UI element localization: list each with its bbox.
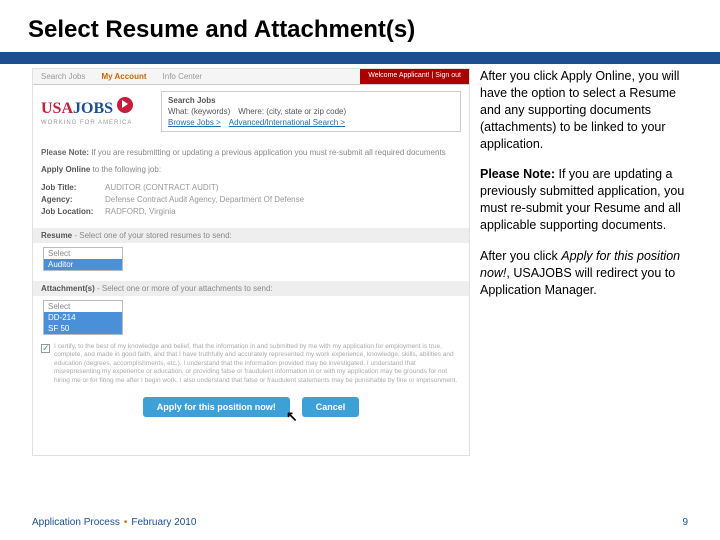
- instruction-p2: Please Note: If you are updating a previ…: [480, 166, 700, 234]
- divider-bar: [0, 52, 720, 64]
- certify-checkbox[interactable]: [41, 344, 50, 353]
- certification-text: I certify, to the best of my knowledge a…: [33, 339, 469, 389]
- instruction-sidebar: After you click Apply Online, you will h…: [480, 68, 700, 456]
- job-details: Job Title:AUDITOR (CONTRACT AUDIT) Agenc…: [33, 178, 469, 222]
- play-icon: [117, 97, 133, 113]
- tab-info-center[interactable]: Info Center: [155, 69, 211, 84]
- cancel-button[interactable]: Cancel: [302, 397, 360, 417]
- usajobs-screenshot: Search Jobs My Account Info Center Welco…: [32, 68, 470, 456]
- browse-jobs-link[interactable]: Browse Jobs >: [168, 118, 221, 127]
- page-number: 9: [682, 517, 688, 528]
- apply-position-button[interactable]: Apply for this position now!↖: [143, 397, 290, 417]
- attachments-section: Attachment(s) - Select one or more of yo…: [33, 281, 469, 296]
- instruction-p1: After you click Apply Online, you will h…: [480, 68, 700, 152]
- welcome-banner[interactable]: Welcome Applicant! | Sign out: [360, 69, 469, 84]
- slide-footer: Application Process•February 2010 9: [32, 517, 688, 528]
- nav-tabs: Search Jobs My Account Info Center Welco…: [33, 69, 469, 85]
- attachments-select[interactable]: Select DD-214 SF 50: [43, 300, 123, 335]
- tab-search[interactable]: Search Jobs: [33, 69, 93, 84]
- resubmit-note: Please Note: If you are resubmitting or …: [33, 144, 469, 161]
- search-jobs-box: Search Jobs What: (keywords) Where: (cit…: [161, 91, 461, 132]
- advanced-search-link[interactable]: Advanced/International Search >: [229, 118, 345, 127]
- resume-select[interactable]: Select Auditor: [43, 247, 123, 271]
- apply-online-heading: Apply Online to the following job:: [33, 161, 469, 178]
- cursor-icon: ↖: [286, 408, 298, 425]
- resume-section: Resume - Select one of your stored resum…: [33, 228, 469, 243]
- slide-title: Select Resume and Attachment(s): [0, 0, 720, 52]
- usajobs-logo: USAJOBS WORKING FOR AMERICA: [41, 97, 133, 126]
- instruction-p3: After you click Apply for this position …: [480, 248, 700, 299]
- tab-my-account[interactable]: My Account: [93, 69, 154, 84]
